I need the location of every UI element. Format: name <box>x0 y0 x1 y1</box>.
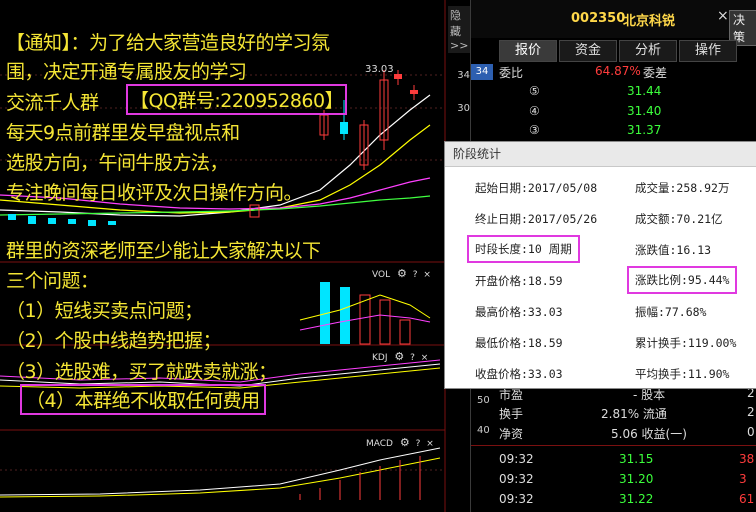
weicha-label: 委差 <box>643 66 668 80</box>
notice-line-9: 三个问题： <box>6 270 99 292</box>
tick-row-3: 09:32 31.22 61 <box>499 492 755 506</box>
avg-turnover: 平均换手:11.90% <box>635 367 730 381</box>
close-icon[interactable]: × <box>423 270 431 280</box>
tick-row-1: 09:32 31.15 38 <box>499 452 755 466</box>
cum-turnover: 累计换手:119.00% <box>635 336 737 350</box>
tick-row-2: 09:32 31.20 3 <box>499 472 747 486</box>
tab-operate[interactable]: 操作 <box>679 40 737 62</box>
tab-funds[interactable]: 资金 <box>559 40 617 62</box>
quote-header: 002350 北京科锐 × 决策 <box>471 0 756 46</box>
stat-row-netasset: 净资 5.06 收益(一) 0 <box>499 425 755 441</box>
notice-line-1: 【通知】：为了给大家营造良好的学习氛 <box>6 32 330 54</box>
hide-button[interactable]: 隐藏>> <box>448 6 471 53</box>
help-icon[interactable]: ? <box>416 439 421 449</box>
ask-row-3: ③ 31.37 <box>529 123 662 137</box>
notice-line-6: 选股方向，午间牛股方法， <box>6 152 229 174</box>
amount-total: 成交额:70.21亿 <box>635 212 723 226</box>
help-icon[interactable]: ? <box>410 353 415 363</box>
volume-bars <box>299 282 431 345</box>
macd-panel-label: MACD ⚙ ? × <box>366 436 434 449</box>
qq-group-highlight: 【QQ群号:220952860】 <box>126 84 348 115</box>
change-ratio: 涨跌比例:95.44% <box>627 266 738 294</box>
stock-code: 002350 <box>571 11 626 26</box>
notice-line-12: （3）选股难，买了就跌卖就涨； <box>6 361 277 383</box>
close-price: 收盘价格:33.03 <box>475 367 563 381</box>
start-date: 起始日期:2017/05/08 <box>475 181 598 195</box>
volume-total: 成交量:258.92万 <box>635 181 730 195</box>
change-value: 涨跌值:16.13 <box>635 243 712 257</box>
end-date: 终止日期:2017/05/26 <box>475 212 598 226</box>
notice-line-5: 每天9点前群里发早盘视点和 <box>6 122 240 144</box>
tab-analysis[interactable]: 分析 <box>619 40 677 62</box>
period-length: 时段长度:10 周期 <box>467 235 580 263</box>
notice-line-11: （2）个股中线趋势把握； <box>6 330 222 352</box>
stage-stats-dialog[interactable]: 阶段统计 起始日期:2017/05/08 成交量:258.92万 终止日期:20… <box>444 141 756 389</box>
notice-line-2: 围，决定开通专属股友的学习 <box>6 61 247 83</box>
tab-quote[interactable]: 报价 <box>499 40 557 62</box>
low-price: 最低价格:18.59 <box>475 336 563 350</box>
notice-line-8: 群里的资深老师至少能让大家解决以下 <box>6 240 321 262</box>
weibi-value: 64.87% <box>595 64 641 78</box>
open-price: 开盘价格:18.59 <box>475 274 563 288</box>
dialog-title[interactable]: 阶段统计 <box>445 142 756 167</box>
gear-icon[interactable]: ⚙ <box>394 350 404 363</box>
weibi-label: 委比 <box>499 66 524 80</box>
stock-name: 北京科锐 <box>623 14 676 29</box>
notice-line-7: 专注晚间每日收评及次日操作方向。 <box>6 182 303 204</box>
price-axis-30: 30 <box>457 103 470 114</box>
help-icon[interactable]: ? <box>413 270 418 280</box>
weibi-row: 委比 64.87% 委差 <box>471 64 756 81</box>
high-price-label: 33.03 <box>365 64 394 75</box>
ask-row-5: ⑤ 31.44 <box>529 84 662 98</box>
vol-panel-label: VOL ⚙ ? × <box>372 267 431 280</box>
amplitude: 振幅:77.68% <box>635 305 707 319</box>
price-axis-34: 34 <box>457 70 470 81</box>
notice-line-3: 交流千人群 <box>6 92 99 114</box>
no-fee-highlight: （4）本群绝不收取任何费用 <box>20 384 266 415</box>
gear-icon[interactable]: ⚙ <box>397 267 407 280</box>
close-icon[interactable]: × <box>426 439 434 449</box>
macd-lines <box>0 447 441 500</box>
stat-row-turnover: 换手 2.81% 流通 2 <box>499 405 755 421</box>
high-price: 最高价格:33.03 <box>475 305 563 319</box>
notice-line-10: （1）短线买卖点问题； <box>6 300 203 322</box>
ask-row-4: ④ 31.40 <box>529 104 662 118</box>
close-icon[interactable]: × <box>421 353 429 363</box>
kdj-panel-label: KDJ ⚙ ? × <box>372 350 429 363</box>
gear-icon[interactable]: ⚙ <box>400 436 410 449</box>
close-icon[interactable]: × <box>717 8 729 24</box>
